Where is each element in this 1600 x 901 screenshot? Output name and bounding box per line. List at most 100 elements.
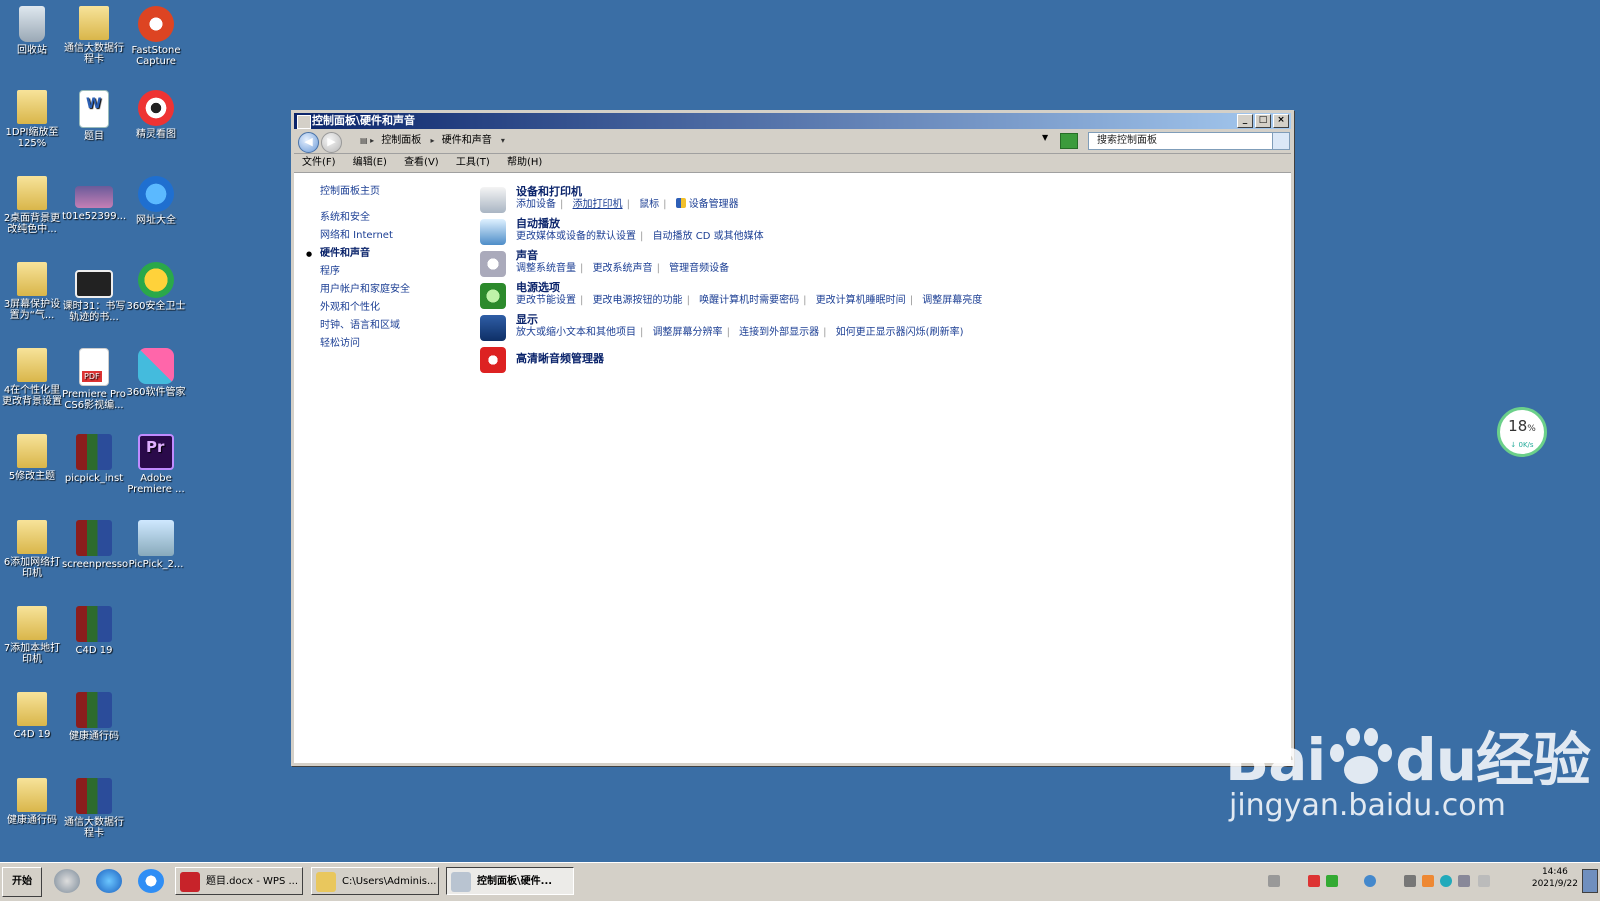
nav-programs[interactable]: 程序: [320, 263, 470, 281]
desktop-icon[interactable]: 通信大数据行程卡: [62, 6, 126, 65]
breadcrumb-hardware-sound[interactable]: 硬件和声音: [442, 132, 492, 149]
desktop-icon[interactable]: 回收站: [0, 6, 64, 56]
link-adjust-volume[interactable]: 调整系统音量: [516, 263, 576, 274]
link-external-display[interactable]: 连接到外部显示器: [739, 327, 819, 338]
desktop-icon[interactable]: 通信大数据行程卡: [62, 778, 126, 839]
keyboard-icon[interactable]: [1268, 875, 1280, 887]
link-resolution[interactable]: 调整屏幕分辨率: [653, 327, 723, 338]
desktop-icon[interactable]: 健康通行码: [62, 692, 126, 742]
browser-icon[interactable]: [138, 869, 164, 893]
desktop-icon[interactable]: 网址大全: [124, 176, 188, 226]
desktop-icon[interactable]: C4D 19: [0, 692, 64, 740]
printer-icon[interactable]: [480, 187, 506, 213]
nav-control-panel-home[interactable]: 控制面板主页: [320, 183, 470, 201]
desktop-icon[interactable]: C4D 19: [62, 606, 126, 656]
desktop-icon[interactable]: 精灵看图: [124, 90, 188, 140]
link-brightness[interactable]: 调整屏幕亮度: [922, 295, 982, 306]
desktop-icon[interactable]: screenpresso: [62, 520, 128, 570]
maximize-button[interactable]: □: [1255, 114, 1271, 128]
search-icon[interactable]: [1272, 132, 1290, 150]
desktop-icon[interactable]: t01e52399...: [62, 176, 126, 222]
window-titlebar[interactable]: 控制面板\硬件和声音 _ □ ×: [294, 113, 1291, 129]
link-mouse[interactable]: 鼠标: [639, 199, 659, 210]
show-desktop-button[interactable]: [1582, 869, 1598, 893]
back-button[interactable]: ◀: [298, 132, 319, 153]
desktop-icon[interactable]: PicPick_2...: [124, 520, 188, 570]
printer-tray-icon[interactable]: [1404, 875, 1416, 887]
category-title[interactable]: 电源选项: [516, 281, 1270, 294]
category-title[interactable]: 高清晰音频管理器: [516, 345, 1270, 373]
360-tray-icon[interactable]: [1326, 875, 1338, 887]
desktop-icon[interactable]: 1DPI缩放至125%: [0, 90, 64, 149]
tray-app-icon[interactable]: [1308, 875, 1320, 887]
address-dropdown-icon[interactable]: ▼: [1042, 133, 1048, 142]
desktop-icon[interactable]: FastStone Capture: [124, 6, 188, 67]
category-title[interactable]: 自动播放: [516, 217, 1270, 230]
desktop-icon[interactable]: picpick_inst: [62, 434, 126, 484]
nav-appearance[interactable]: 外观和个性化: [320, 299, 470, 317]
link-add-device[interactable]: 添加设备: [516, 199, 556, 210]
link-power-saving[interactable]: 更改节能设置: [516, 295, 576, 306]
link-add-printer[interactable]: 添加打印机: [573, 199, 623, 210]
network-speed-widget[interactable]: 18% ↓ 0K/s: [1497, 407, 1547, 457]
network-tray-icon[interactable]: [1440, 875, 1452, 887]
desktop-icon[interactable]: 2桌面背景更改纯色中...: [0, 176, 64, 235]
desktop-icon[interactable]: 5修改主题: [0, 434, 64, 482]
breadcrumb-control-panel[interactable]: 控制面板: [381, 132, 421, 149]
clock[interactable]: 14:46 2021/9/22: [1532, 866, 1578, 890]
link-refresh-rate[interactable]: 如何更正显示器闪烁(刷新率): [836, 327, 964, 338]
category-title[interactable]: 设备和打印机: [516, 185, 1270, 198]
desktop-icon[interactable]: 7添加本地打印机: [0, 606, 64, 665]
taskbar-item-control-panel[interactable]: 控制面板\硬件...: [446, 867, 574, 895]
link-manage-audio[interactable]: 管理音频设备: [669, 263, 729, 274]
link-change-default-media[interactable]: 更改媒体或设备的默认设置: [516, 231, 636, 242]
desktop-icon[interactable]: 4在个性化里更改背景设置: [0, 348, 64, 407]
audio-manager-icon[interactable]: [480, 347, 506, 373]
taskbar-item-wps[interactable]: 题目.docx - WPS ...: [175, 867, 303, 895]
link-wake-password[interactable]: 唤醒计算机时需要密码: [699, 295, 799, 306]
address-bar[interactable]: ▤ ▸ 控制面板 ▸ 硬件和声音 ▾: [360, 132, 1088, 149]
nav-hardware-sound[interactable]: 硬件和声音: [306, 245, 470, 263]
link-sleep-time[interactable]: 更改计算机睡眠时间: [816, 295, 906, 306]
nav-user-accounts[interactable]: 用户帐户和家庭安全: [320, 281, 470, 299]
link-power-buttons[interactable]: 更改电源按钮的功能: [593, 295, 683, 306]
show-desktop-icon[interactable]: [54, 869, 80, 893]
category-title[interactable]: 声音: [516, 249, 1270, 262]
volume-icon[interactable]: [1478, 875, 1490, 887]
search-input[interactable]: 搜索控制面板: [1088, 132, 1280, 150]
forward-button[interactable]: ▶: [321, 132, 342, 153]
taskbar-item-explorer[interactable]: C:\Users\Adminis...: [311, 867, 439, 895]
monitor-tray-icon[interactable]: [1458, 875, 1470, 887]
nav-system-security[interactable]: 系统和安全: [320, 209, 470, 227]
desktop-icon[interactable]: 题目: [62, 90, 126, 142]
menu-help[interactable]: 帮助(H): [507, 157, 542, 168]
tray-app-icon[interactable]: [1422, 875, 1434, 887]
menu-file[interactable]: 文件(F): [302, 157, 336, 168]
link-change-sounds[interactable]: 更改系统声音: [593, 263, 653, 274]
chevron-right-icon[interactable]: ▸: [431, 136, 435, 145]
desktop-icon[interactable]: 健康通行码: [0, 778, 64, 826]
start-button[interactable]: 开始: [2, 867, 42, 897]
display-icon[interactable]: [480, 315, 506, 341]
tray-app-icon[interactable]: [1364, 875, 1376, 887]
autoplay-icon[interactable]: [480, 219, 506, 245]
chevron-down-icon[interactable]: ▾: [501, 136, 505, 145]
desktop-icon[interactable]: Adobe Premiere ...: [124, 434, 188, 495]
nav-clock-language[interactable]: 时钟、语言和区域: [320, 317, 470, 335]
desktop-icon[interactable]: 360软件管家: [124, 348, 188, 398]
desktop-icon[interactable]: 3屏幕保护设置为“气...: [0, 262, 64, 321]
close-button[interactable]: ×: [1273, 114, 1289, 128]
desktop-icon[interactable]: 6添加网络打印机: [0, 520, 64, 579]
ie-icon[interactable]: [96, 869, 122, 893]
nav-ease-of-access[interactable]: 轻松访问: [320, 335, 470, 353]
menu-tools[interactable]: 工具(T): [456, 157, 490, 168]
link-device-manager[interactable]: 设备管理器: [689, 199, 739, 210]
power-icon[interactable]: [480, 283, 506, 309]
desktop-icon[interactable]: 360安全卫士: [124, 262, 188, 312]
link-text-size[interactable]: 放大或缩小文本和其他项目: [516, 327, 636, 338]
refresh-button[interactable]: [1060, 133, 1078, 149]
desktop-icon[interactable]: 课时31：书写轨迹的书...: [62, 262, 126, 323]
nav-network-internet[interactable]: 网络和 Internet: [320, 227, 470, 245]
menu-view[interactable]: 查看(V): [404, 157, 439, 168]
desktop-icon[interactable]: Premiere Pro CS6影视编...: [62, 348, 126, 411]
